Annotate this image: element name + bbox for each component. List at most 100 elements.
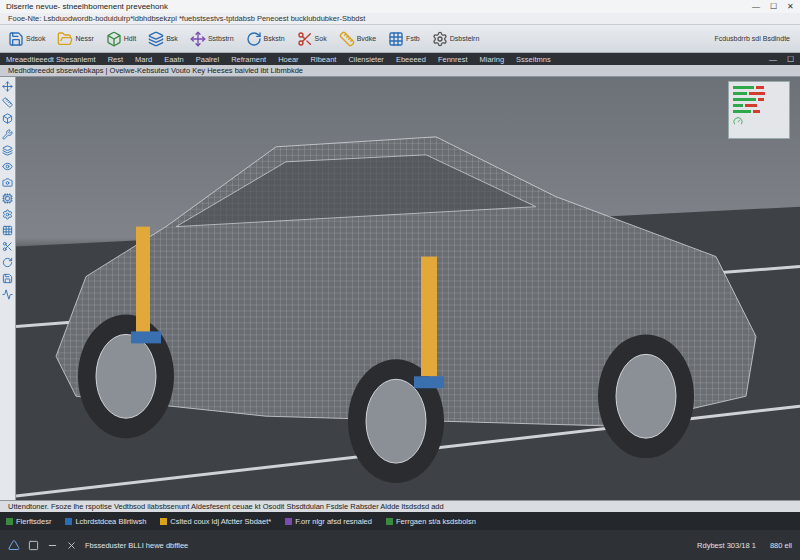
side-tool-button[interactable] <box>2 241 13 252</box>
side-tool-button[interactable] <box>2 193 13 204</box>
tool-button[interactable]: Fstb <box>386 30 422 48</box>
side-tool-button[interactable] <box>2 129 13 140</box>
window-icon[interactable] <box>28 540 39 551</box>
side-tool-button[interactable] <box>2 257 13 268</box>
tool-button[interactable]: Dsbstelrn <box>430 30 482 48</box>
tool-button[interactable]: Sstbstrn <box>188 30 236 48</box>
bottom-bar: Fbsseduster BLLI hewe dbfflee Rdybest 303… <box>0 530 800 560</box>
car-render-icon <box>16 77 800 500</box>
side-tool-icon <box>2 129 13 140</box>
tool-icon <box>388 31 404 47</box>
tool-icon <box>8 31 24 47</box>
window-control-button[interactable]: ✕ <box>787 2 794 11</box>
chart-bar <box>745 104 757 107</box>
close-icon[interactable] <box>66 540 77 551</box>
menu-item[interactable]: Rest <box>108 55 123 64</box>
bottom-right: Rdybest 303/18 1 880 ell <box>697 541 792 550</box>
cad-window: Dlserrle nevue- stneelhbomenent preveeho… <box>0 0 800 560</box>
side-tool-button[interactable] <box>2 273 13 284</box>
tool-icon <box>57 31 73 47</box>
chart-bar <box>749 92 765 95</box>
gauge-icon <box>733 116 743 126</box>
side-tool-icon <box>2 81 13 92</box>
menu-item[interactable]: Mard <box>135 55 152 64</box>
side-tool-button[interactable] <box>2 81 13 92</box>
task-icon <box>6 518 13 525</box>
menu-item[interactable]: Fennrest <box>438 55 468 64</box>
side-tool-icon <box>2 113 13 124</box>
window-title: Dlserrle nevue- stneelhbomenent preveeho… <box>6 2 168 11</box>
window-controls: — ☐ ✕ <box>752 2 794 11</box>
chart-bar <box>733 110 751 113</box>
chart-bar <box>733 98 756 101</box>
bottom-readout: Rdybest 303/18 1 <box>697 541 756 550</box>
side-toolbar <box>0 77 16 500</box>
chart-bar <box>733 92 747 95</box>
chart-row <box>733 86 785 89</box>
side-tool-button[interactable] <box>2 225 13 236</box>
file-path-bar: Fooe-Nte: Lsbduodwordb-boduidulrp*ldbhdb… <box>0 13 800 25</box>
app-icon[interactable] <box>8 539 20 551</box>
window-control-button[interactable]: — <box>752 2 760 11</box>
side-tool-icon <box>2 257 13 268</box>
tool-button[interactable]: Bvdke <box>337 30 378 48</box>
menu-item[interactable]: Rlbeant <box>311 55 337 64</box>
3d-viewport[interactable] <box>16 77 800 500</box>
document-control-button[interactable]: — <box>769 55 777 64</box>
chart-row <box>733 98 785 101</box>
bottom-status: Fbsseduster BLLI hewe dbfflee <box>85 541 188 550</box>
menu-item[interactable]: Hoear <box>278 55 298 64</box>
tool-icon <box>190 31 206 47</box>
side-tool-icon <box>2 225 13 236</box>
menu-item[interactable]: Ssseitmns <box>516 55 551 64</box>
side-tool-icon <box>2 145 13 156</box>
window-control-button[interactable]: ☐ <box>770 2 777 11</box>
tool-button[interactable]: Sok <box>295 30 329 48</box>
tool-button[interactable]: Bsk <box>146 30 180 48</box>
tool-icon <box>297 31 313 47</box>
side-tool-button[interactable] <box>2 145 13 156</box>
menu-item[interactable]: Reframent <box>231 55 266 64</box>
tool-icon <box>106 31 122 47</box>
tool-button[interactable]: Sdsok <box>6 30 47 48</box>
tool-icon <box>246 31 262 47</box>
side-tool-button[interactable] <box>2 97 13 108</box>
minimize-icon[interactable] <box>47 540 58 551</box>
side-tool-button[interactable] <box>2 161 13 172</box>
side-tool-button[interactable] <box>2 209 13 220</box>
chart-bar <box>758 98 763 101</box>
task-item[interactable]: F.orr nlgr afsd resnaled <box>285 517 372 526</box>
side-tool-button[interactable] <box>2 113 13 124</box>
chart-bar <box>733 104 743 107</box>
chart-row <box>733 92 785 95</box>
tool-icon <box>339 31 355 47</box>
status-message: Uttendtoner. Fsoze lhe rspotise Vedtbsod… <box>0 500 800 512</box>
document-control-button[interactable]: ☐ <box>787 55 794 64</box>
tool-button[interactable]: Bskstn <box>244 30 287 48</box>
document-controls: —☐ <box>769 55 794 64</box>
side-tool-button[interactable] <box>2 177 13 188</box>
menu-item[interactable]: Cilensieter <box>348 55 383 64</box>
mini-chart <box>728 81 790 139</box>
task-item[interactable]: Lcbrdstdcea Bllrtiwsh <box>65 517 146 526</box>
menu-item[interactable]: Ebeeeed <box>396 55 426 64</box>
task-item[interactable]: Cslted coux ldj Afctter Sbdaet* <box>160 517 271 526</box>
task-bar: Flerftsdesr Lcbrdstdcea Bllrtiwsh Cslted c… <box>0 512 800 530</box>
task-item[interactable]: Flerftsdesr <box>6 517 51 526</box>
task-item[interactable]: Ferrgaen st/a ksdsbolsn <box>386 517 476 526</box>
menu-item[interactable]: Eaatn <box>164 55 184 64</box>
toolbar: Sdsok Nessr Hdlt Bsk Sstbstrn Bskstn Sok Bvdke F… <box>0 25 800 53</box>
menu-item[interactable]: Mreaedtieeedt Sbesanlemt <box>6 55 96 64</box>
task-icon <box>160 518 167 525</box>
side-tool-icon <box>2 289 13 300</box>
side-tool-icon <box>2 193 13 204</box>
tool-icon <box>148 31 164 47</box>
menu-item[interactable]: Miaring <box>480 55 505 64</box>
side-tool-icon <box>2 273 13 284</box>
tool-button[interactable]: Nessr <box>55 30 95 48</box>
bottom-readout: 880 ell <box>770 541 792 550</box>
side-tool-button[interactable] <box>2 289 13 300</box>
tool-button[interactable]: Hdlt <box>104 30 138 48</box>
menu-item[interactable]: Paalrel <box>196 55 219 64</box>
side-tool-icon <box>2 97 13 108</box>
